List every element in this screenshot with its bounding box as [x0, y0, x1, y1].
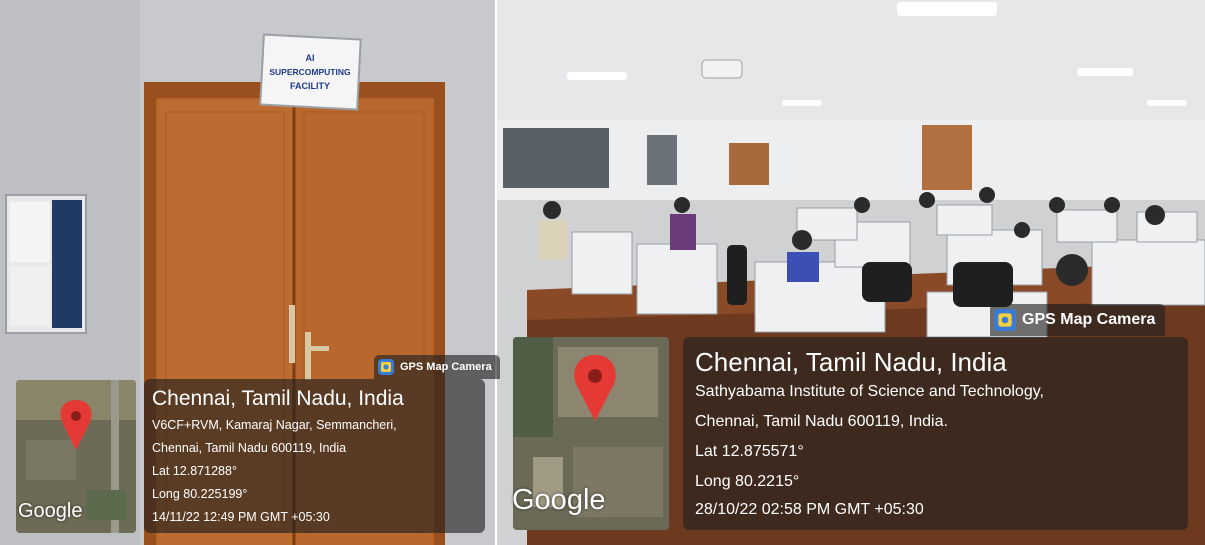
latitude-left: Lat 12.871288°	[152, 464, 237, 478]
latitude-right: Lat 12.875571°	[695, 443, 804, 460]
timestamp-right: 28/10/22 02:58 PM GMT +05:30	[695, 501, 924, 518]
gps-map-camera-badge-left: GPS Map Camera	[374, 355, 500, 379]
longitude-left: Long 80.225199°	[152, 487, 248, 501]
gps-map-camera-icon	[378, 359, 394, 375]
location-title-left: Chennai, Tamil Nadu, India	[152, 387, 404, 410]
location-info-panel-left: Chennai, Tamil Nadu, India V6CF+RVM, Kam…	[144, 379, 485, 533]
location-title-right: Chennai, Tamil Nadu, India	[695, 347, 1007, 377]
gps-map-camera-label-left: GPS Map Camera	[400, 361, 492, 373]
timestamp-left: 14/11/22 12:49 PM GMT +05:30	[152, 510, 330, 524]
google-logo-right: Google	[512, 484, 606, 516]
gps-map-camera-icon	[994, 309, 1016, 331]
sign-line-1: AI	[306, 53, 315, 63]
address-line-1-left: V6CF+RVM, Kamaraj Nagar, Semmancheri,	[152, 418, 397, 432]
address-line-1-right: Sathyabama Institute of Science and Tech…	[695, 383, 1044, 400]
gps-map-camera-badge-right: GPS Map Camera	[990, 304, 1166, 336]
gps-map-camera-label-right: GPS Map Camera	[1022, 311, 1156, 328]
sign-line-3: FACILITY	[290, 81, 330, 91]
location-info-panel-right: Chennai, Tamil Nadu, India Sathyabama In…	[683, 337, 1188, 530]
sign-line-2: SUPERCOMPUTING	[269, 67, 351, 77]
google-logo-left: Google	[18, 500, 83, 522]
longitude-right: Long 80.2215°	[695, 473, 800, 490]
address-line-2-left: Chennai, Tamil Nadu 600119, India	[152, 441, 347, 455]
address-line-2-right: Chennai, Tamil Nadu 600119, India.	[695, 413, 948, 430]
